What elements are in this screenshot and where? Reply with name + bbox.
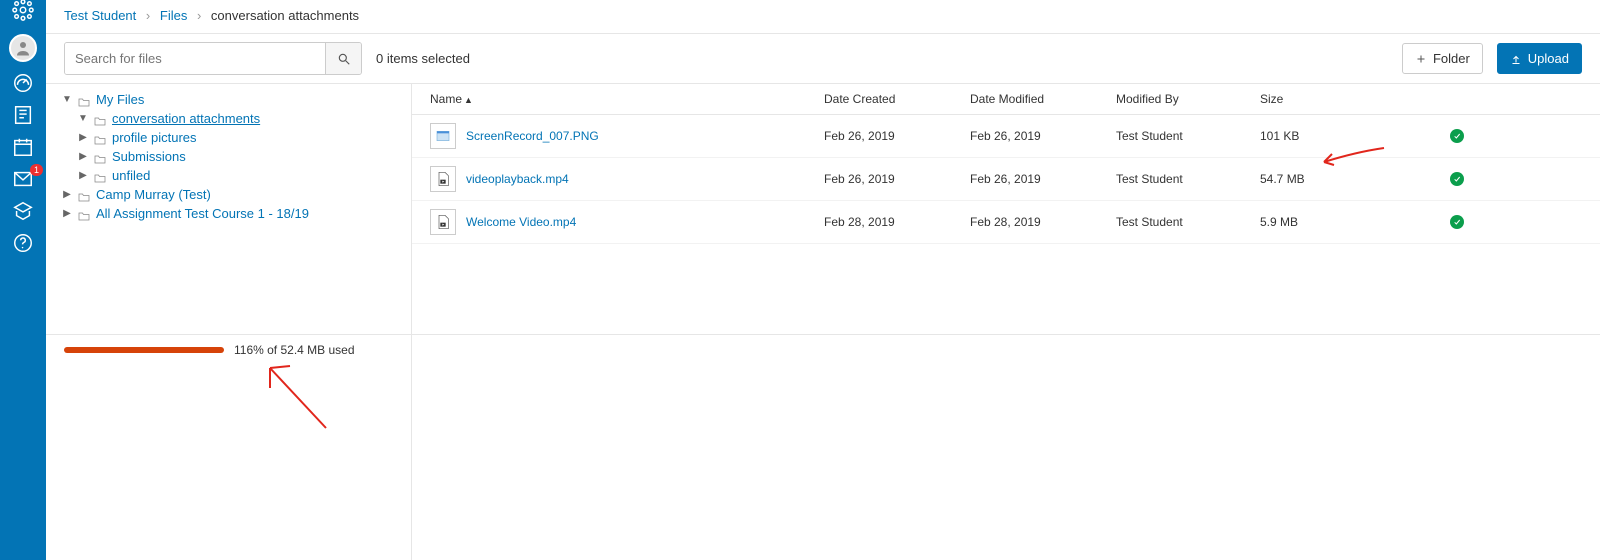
upload-button[interactable]: Upload — [1497, 43, 1582, 74]
quota-text: 116% of 52.4 MB used — [234, 343, 355, 357]
col-name[interactable]: Name▲ — [430, 92, 824, 106]
sort-asc-icon: ▲ — [464, 95, 473, 105]
search-group — [64, 42, 362, 75]
quota-bar — [64, 347, 224, 353]
file-name[interactable]: Welcome Video.mp4 — [466, 215, 576, 229]
plus-icon — [1415, 53, 1427, 65]
published-icon[interactable] — [1450, 172, 1464, 186]
file-size: 5.9 MB — [1260, 215, 1450, 229]
storage-quota: 116% of 52.4 MB used — [46, 334, 1600, 365]
inbox-badge: 1 — [30, 164, 43, 176]
search-button[interactable] — [325, 43, 361, 74]
folder-icon — [94, 133, 106, 143]
breadcrumb-files[interactable]: Files — [160, 8, 187, 23]
commons-icon[interactable] — [7, 200, 39, 222]
tree-item-submissions[interactable]: ▶ Submissions — [52, 147, 401, 166]
caret-right-icon: ▶ — [62, 189, 72, 200]
tree-item-profile-pictures[interactable]: ▶ profile pictures — [52, 128, 401, 147]
file-row[interactable]: ScreenRecord_007.PNG Feb 26, 2019 Feb 26… — [412, 115, 1600, 158]
selection-count: 0 items selected — [376, 51, 470, 66]
folder-icon — [78, 190, 90, 200]
caret-right-icon: ▶ — [78, 151, 88, 162]
file-created: Feb 26, 2019 — [824, 129, 970, 143]
search-icon — [337, 52, 351, 66]
tree-label: All Assignment Test Course 1 - 18/19 — [96, 206, 309, 221]
caret-right-icon: ▶ — [78, 170, 88, 181]
caret-right-icon: ▶ — [78, 132, 88, 143]
file-by: Test Student — [1116, 129, 1260, 143]
video-file-icon — [430, 209, 456, 235]
tree-item-unfiled[interactable]: ▶ unfiled — [52, 166, 401, 185]
quota-fill — [64, 347, 224, 353]
file-modified: Feb 26, 2019 — [970, 129, 1116, 143]
tree-item-all-assignment[interactable]: ▶ All Assignment Test Course 1 - 18/19 — [52, 204, 401, 223]
inbox-icon[interactable]: 1 — [7, 168, 39, 190]
folder-tree-pane: ▼ My Files ▼ conversation attachments ▶ … — [46, 84, 412, 560]
chevron-right-icon: › — [146, 8, 150, 23]
col-by[interactable]: Modified By — [1116, 92, 1260, 106]
tree-label: My Files — [96, 92, 144, 107]
toolbar: 0 items selected Folder Upload — [46, 34, 1600, 83]
folder-icon — [94, 152, 106, 162]
tree-label: Submissions — [112, 149, 186, 164]
caret-down-icon: ▼ — [78, 113, 88, 124]
caret-right-icon: ▶ — [62, 208, 72, 219]
chevron-right-icon: › — [197, 8, 201, 23]
tree-item-camp-murray[interactable]: ▶ Camp Murray (Test) — [52, 185, 401, 204]
tree-item-conversation-attachments[interactable]: ▼ conversation attachments — [52, 109, 401, 128]
file-name[interactable]: ScreenRecord_007.PNG — [466, 129, 599, 143]
calendar-icon[interactable] — [7, 136, 39, 158]
tree-label: Camp Murray (Test) — [96, 187, 211, 202]
dashboard-icon[interactable] — [7, 72, 39, 94]
col-modified[interactable]: Date Modified — [970, 92, 1116, 106]
file-row[interactable]: videoplayback.mp4 Feb 26, 2019 Feb 26, 2… — [412, 158, 1600, 201]
folder-icon — [78, 209, 90, 219]
tree-label: profile pictures — [112, 130, 197, 145]
tree-label: unfiled — [112, 168, 150, 183]
file-modified: Feb 26, 2019 — [970, 172, 1116, 186]
courses-icon[interactable] — [7, 104, 39, 126]
new-folder-button[interactable]: Folder — [1402, 43, 1483, 74]
published-icon[interactable] — [1450, 215, 1464, 229]
tree-item-my-files[interactable]: ▼ My Files — [52, 90, 401, 109]
app-logo[interactable] — [10, 2, 36, 18]
file-by: Test Student — [1116, 215, 1260, 229]
file-name[interactable]: videoplayback.mp4 — [466, 172, 569, 186]
breadcrumb: Test Student › Files › conversation atta… — [46, 0, 1600, 34]
file-created: Feb 26, 2019 — [824, 172, 970, 186]
col-created[interactable]: Date Created — [824, 92, 970, 106]
folder-icon — [78, 95, 90, 105]
search-input[interactable] — [65, 43, 325, 74]
files-pane: Name▲ Date Created Date Modified Modifie… — [412, 84, 1600, 560]
file-by: Test Student — [1116, 172, 1260, 186]
upload-icon — [1510, 53, 1522, 65]
col-size[interactable]: Size — [1260, 92, 1450, 106]
folder-icon — [94, 171, 106, 181]
file-size: 54.7 MB — [1260, 172, 1450, 186]
breadcrumb-root[interactable]: Test Student — [64, 8, 136, 23]
breadcrumb-current: conversation attachments — [211, 8, 359, 23]
global-nav: 1 — [0, 0, 46, 560]
video-file-icon — [430, 166, 456, 192]
file-modified: Feb 28, 2019 — [970, 215, 1116, 229]
upload-label: Upload — [1528, 51, 1569, 66]
image-file-icon — [430, 123, 456, 149]
avatar[interactable] — [9, 34, 37, 62]
caret-down-icon: ▼ — [62, 94, 72, 105]
file-created: Feb 28, 2019 — [824, 215, 970, 229]
file-row[interactable]: Welcome Video.mp4 Feb 28, 2019 Feb 28, 2… — [412, 201, 1600, 244]
published-icon[interactable] — [1450, 129, 1464, 143]
folder-icon — [94, 114, 106, 124]
help-icon[interactable] — [7, 232, 39, 254]
new-folder-label: Folder — [1433, 51, 1470, 66]
tree-label: conversation attachments — [112, 111, 260, 126]
files-header: Name▲ Date Created Date Modified Modifie… — [412, 84, 1600, 115]
file-size: 101 KB — [1260, 129, 1450, 143]
